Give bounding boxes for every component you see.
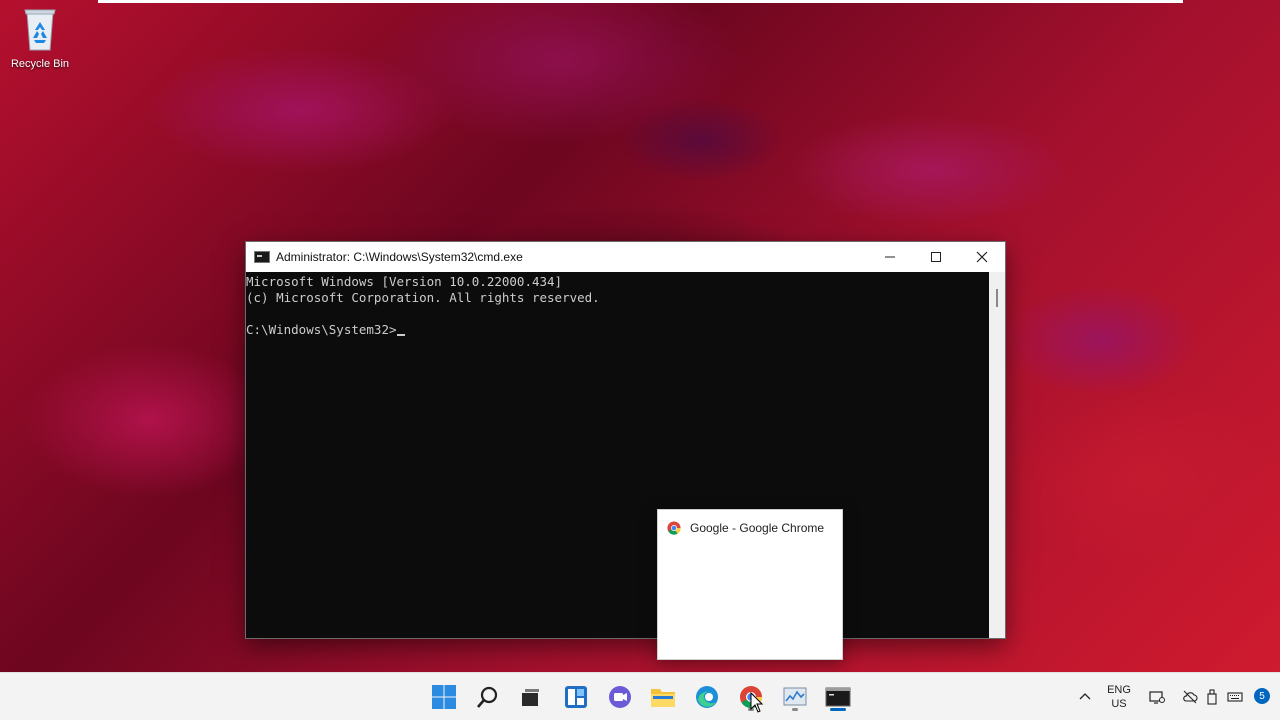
file-explorer-icon <box>651 689 675 707</box>
show-hidden-icons-button[interactable] <box>1076 688 1094 706</box>
region-code: US <box>1111 698 1127 710</box>
minimize-button[interactable] <box>867 242 913 272</box>
active-indicator <box>830 708 846 711</box>
close-button[interactable] <box>959 242 1005 272</box>
console-prompt: C:\Windows\System32> <box>246 322 397 337</box>
minimize-icon <box>885 256 895 258</box>
text-cursor <box>396 334 405 336</box>
keyboard-icon <box>1227 692 1243 702</box>
cmd-title: Administrator: C:\Windows\System32\cmd.e… <box>276 250 523 264</box>
keyboard-tray-button[interactable] <box>1226 688 1244 706</box>
maximize-button[interactable] <box>913 242 959 272</box>
cloud-tray-button[interactable] <box>1181 688 1199 706</box>
recycle-bin-label: Recycle Bin <box>10 58 70 70</box>
recycle-bin-icon <box>24 9 56 51</box>
cmd-app-icon <box>254 251 270 263</box>
network-icon <box>1149 691 1165 704</box>
console-output[interactable]: Microsoft Windows [Version 10.0.22000.43… <box>246 272 989 638</box>
chat-button[interactable] <box>600 681 640 713</box>
task-view-icon <box>522 689 539 706</box>
maximize-icon <box>931 252 941 262</box>
preview-header: Google - Google Chrome <box>658 510 842 535</box>
search-icon <box>477 686 498 708</box>
widgets-icon <box>565 686 587 708</box>
console-line: (c) Microsoft Corporation. All rights re… <box>246 290 600 305</box>
network-tray-button[interactable] <box>1148 688 1166 706</box>
chrome-taskbar-preview[interactable]: Google - Google Chrome <box>657 509 843 660</box>
language-indicator[interactable]: ENG US <box>1103 683 1135 711</box>
cmd-window[interactable]: Administrator: C:\Windows\System32\cmd.e… <box>246 242 1005 638</box>
console-prompt-line[interactable]: C:\Windows\System32> <box>246 322 989 338</box>
close-icon <box>976 251 988 263</box>
chrome-icon <box>667 521 681 535</box>
cmd-icon <box>825 687 851 707</box>
console-scrollbar[interactable] <box>989 272 1005 638</box>
file-explorer-button[interactable] <box>643 681 683 713</box>
start-icon <box>432 685 456 709</box>
cmd-taskbar-button[interactable] <box>818 681 858 713</box>
chat-icon <box>609 686 631 708</box>
start-button[interactable] <box>424 681 464 713</box>
window-edge <box>98 0 1183 3</box>
mouse-pointer-icon <box>750 692 764 713</box>
notification-badge[interactable]: 5 <box>1254 688 1270 704</box>
edge-icon <box>696 686 718 708</box>
scrollbar-thumb[interactable] <box>996 289 998 307</box>
console-line: Microsoft Windows [Version 10.0.22000.43… <box>246 274 563 289</box>
task-manager-button[interactable] <box>775 681 815 713</box>
task-view-button[interactable] <box>510 681 550 713</box>
task-manager-icon <box>783 687 807 706</box>
language-code: ENG <box>1107 684 1131 696</box>
running-indicator <box>792 708 798 711</box>
preview-title: Google - Google Chrome <box>690 521 825 535</box>
usb-drive-icon <box>1207 689 1217 705</box>
widgets-button[interactable] <box>556 681 596 713</box>
cmd-titlebar[interactable]: Administrator: C:\Windows\System32\cmd.e… <box>246 242 1005 272</box>
cloud-off-icon <box>1183 690 1198 704</box>
search-button[interactable] <box>468 681 508 713</box>
recycle-bin-shortcut[interactable]: Recycle Bin <box>4 6 76 78</box>
edge-button[interactable] <box>687 681 727 713</box>
usb-tray-button[interactable] <box>1203 688 1221 706</box>
chevron-up-icon <box>1079 693 1091 700</box>
taskbar: ENG US <box>0 672 1280 720</box>
